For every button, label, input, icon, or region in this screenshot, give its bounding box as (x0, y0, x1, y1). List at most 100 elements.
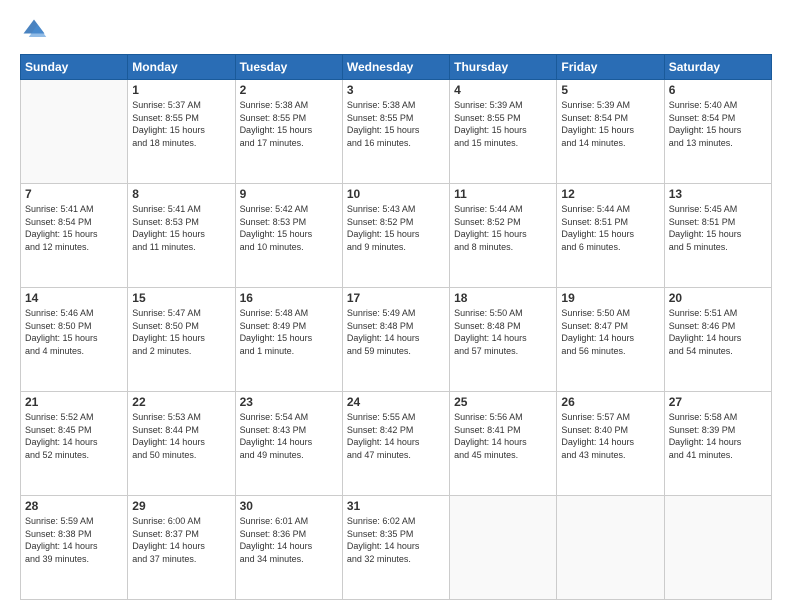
day-info: Sunrise: 6:02 AM Sunset: 8:35 PM Dayligh… (347, 515, 445, 565)
day-number: 19 (561, 291, 659, 305)
day-info: Sunrise: 5:38 AM Sunset: 8:55 PM Dayligh… (240, 99, 338, 149)
calendar-week-row: 21 Sunrise: 5:52 AM Sunset: 8:45 PM Dayli… (21, 392, 772, 496)
calendar-cell: 20 Sunrise: 5:51 AM Sunset: 8:46 PM Dayli… (664, 288, 771, 392)
day-number: 8 (132, 187, 230, 201)
day-number: 6 (669, 83, 767, 97)
day-info: Sunrise: 5:37 AM Sunset: 8:55 PM Dayligh… (132, 99, 230, 149)
day-number: 10 (347, 187, 445, 201)
calendar-day-header: Thursday (450, 55, 557, 80)
calendar-week-row: 14Sunrise: 5:46 AM Sunset: 8:50 PM Dayli… (21, 288, 772, 392)
day-info: Sunrise: 5:49 AM Sunset: 8:48 PM Dayligh… (347, 307, 445, 357)
calendar-cell: 26 Sunrise: 5:57 AM Sunset: 8:40 PM Dayli… (557, 392, 664, 496)
day-info: Sunrise: 5:55 AM Sunset: 8:42 PM Dayligh… (347, 411, 445, 461)
calendar-cell: 27 Sunrise: 5:58 AM Sunset: 8:39 PM Dayli… (664, 392, 771, 496)
header (20, 16, 772, 44)
day-number: 27 (669, 395, 767, 409)
day-info: Sunrise: 5:52 AM Sunset: 8:45 PM Dayligh… (25, 411, 123, 461)
calendar-cell: 29 Sunrise: 6:00 AM Sunset: 8:37 PM Dayli… (128, 496, 235, 600)
calendar-week-row: 1 Sunrise: 5:37 AM Sunset: 8:55 PM Daylig… (21, 80, 772, 184)
day-info: Sunrise: 6:01 AM Sunset: 8:36 PM Dayligh… (240, 515, 338, 565)
calendar-cell: 15Sunrise: 5:47 AM Sunset: 8:50 PM Dayli… (128, 288, 235, 392)
calendar-cell: 24 Sunrise: 5:55 AM Sunset: 8:42 PM Dayli… (342, 392, 449, 496)
calendar-table: SundayMondayTuesdayWednesdayThursdayFrid… (20, 54, 772, 600)
day-number: 20 (669, 291, 767, 305)
day-number: 24 (347, 395, 445, 409)
calendar-cell: 25Sunrise: 5:56 AM Sunset: 8:41 PM Dayli… (450, 392, 557, 496)
day-info: Sunrise: 5:59 AM Sunset: 8:38 PM Dayligh… (25, 515, 123, 565)
calendar-cell: 31 Sunrise: 6:02 AM Sunset: 8:35 PM Dayli… (342, 496, 449, 600)
calendar-cell: 8 Sunrise: 5:41 AM Sunset: 8:53 PM Daylig… (128, 184, 235, 288)
day-info: Sunrise: 5:38 AM Sunset: 8:55 PM Dayligh… (347, 99, 445, 149)
calendar-day-header: Friday (557, 55, 664, 80)
day-number: 30 (240, 499, 338, 513)
calendar-cell: 16Sunrise: 5:48 AM Sunset: 8:49 PM Dayli… (235, 288, 342, 392)
day-number: 1 (132, 83, 230, 97)
day-number: 23 (240, 395, 338, 409)
calendar-week-row: 28 Sunrise: 5:59 AM Sunset: 8:38 PM Dayli… (21, 496, 772, 600)
day-info: Sunrise: 5:44 AM Sunset: 8:51 PM Dayligh… (561, 203, 659, 253)
day-number: 28 (25, 499, 123, 513)
calendar-cell: 13 Sunrise: 5:45 AM Sunset: 8:51 PM Dayli… (664, 184, 771, 288)
day-number: 22 (132, 395, 230, 409)
day-number: 7 (25, 187, 123, 201)
day-info: Sunrise: 5:42 AM Sunset: 8:53 PM Dayligh… (240, 203, 338, 253)
day-info: Sunrise: 5:46 AM Sunset: 8:50 PM Dayligh… (25, 307, 123, 357)
page: SundayMondayTuesdayWednesdayThursdayFrid… (0, 0, 792, 612)
calendar-cell: 5 Sunrise: 5:39 AM Sunset: 8:54 PM Daylig… (557, 80, 664, 184)
day-number: 16 (240, 291, 338, 305)
calendar-cell: 11 Sunrise: 5:44 AM Sunset: 8:52 PM Dayli… (450, 184, 557, 288)
day-info: Sunrise: 5:47 AM Sunset: 8:50 PM Dayligh… (132, 307, 230, 357)
calendar-cell: 1 Sunrise: 5:37 AM Sunset: 8:55 PM Daylig… (128, 80, 235, 184)
calendar-cell: 12 Sunrise: 5:44 AM Sunset: 8:51 PM Dayli… (557, 184, 664, 288)
calendar-cell: 21 Sunrise: 5:52 AM Sunset: 8:45 PM Dayli… (21, 392, 128, 496)
calendar-cell: 6 Sunrise: 5:40 AM Sunset: 8:54 PM Daylig… (664, 80, 771, 184)
day-info: Sunrise: 5:43 AM Sunset: 8:52 PM Dayligh… (347, 203, 445, 253)
calendar-week-row: 7 Sunrise: 5:41 AM Sunset: 8:54 PM Daylig… (21, 184, 772, 288)
day-number: 31 (347, 499, 445, 513)
day-number: 12 (561, 187, 659, 201)
day-info: Sunrise: 5:40 AM Sunset: 8:54 PM Dayligh… (669, 99, 767, 149)
calendar-cell: 17 Sunrise: 5:49 AM Sunset: 8:48 PM Dayli… (342, 288, 449, 392)
calendar-cell (450, 496, 557, 600)
day-number: 18 (454, 291, 552, 305)
calendar-cell (557, 496, 664, 600)
day-info: Sunrise: 5:44 AM Sunset: 8:52 PM Dayligh… (454, 203, 552, 253)
calendar-cell: 19Sunrise: 5:50 AM Sunset: 8:47 PM Dayli… (557, 288, 664, 392)
day-number: 5 (561, 83, 659, 97)
calendar-cell: 14Sunrise: 5:46 AM Sunset: 8:50 PM Dayli… (21, 288, 128, 392)
calendar-cell: 3 Sunrise: 5:38 AM Sunset: 8:55 PM Daylig… (342, 80, 449, 184)
day-number: 17 (347, 291, 445, 305)
day-info: Sunrise: 5:57 AM Sunset: 8:40 PM Dayligh… (561, 411, 659, 461)
day-number: 3 (347, 83, 445, 97)
calendar-cell (664, 496, 771, 600)
day-number: 2 (240, 83, 338, 97)
day-number: 26 (561, 395, 659, 409)
day-info: Sunrise: 5:45 AM Sunset: 8:51 PM Dayligh… (669, 203, 767, 253)
calendar-day-header: Sunday (21, 55, 128, 80)
day-number: 4 (454, 83, 552, 97)
day-info: Sunrise: 5:54 AM Sunset: 8:43 PM Dayligh… (240, 411, 338, 461)
calendar-cell: 30 Sunrise: 6:01 AM Sunset: 8:36 PM Dayli… (235, 496, 342, 600)
calendar-header-row: SundayMondayTuesdayWednesdayThursdayFrid… (21, 55, 772, 80)
day-info: Sunrise: 5:41 AM Sunset: 8:53 PM Dayligh… (132, 203, 230, 253)
day-info: Sunrise: 5:41 AM Sunset: 8:54 PM Dayligh… (25, 203, 123, 253)
day-info: Sunrise: 5:50 AM Sunset: 8:48 PM Dayligh… (454, 307, 552, 357)
calendar-day-header: Monday (128, 55, 235, 80)
day-number: 13 (669, 187, 767, 201)
calendar-day-header: Saturday (664, 55, 771, 80)
day-info: Sunrise: 5:39 AM Sunset: 8:55 PM Dayligh… (454, 99, 552, 149)
calendar-cell: 18 Sunrise: 5:50 AM Sunset: 8:48 PM Dayli… (450, 288, 557, 392)
logo-icon (20, 16, 48, 44)
day-info: Sunrise: 5:53 AM Sunset: 8:44 PM Dayligh… (132, 411, 230, 461)
day-number: 25 (454, 395, 552, 409)
day-info: Sunrise: 5:39 AM Sunset: 8:54 PM Dayligh… (561, 99, 659, 149)
day-info: Sunrise: 5:58 AM Sunset: 8:39 PM Dayligh… (669, 411, 767, 461)
calendar-cell: 10 Sunrise: 5:43 AM Sunset: 8:52 PM Dayli… (342, 184, 449, 288)
day-info: Sunrise: 5:51 AM Sunset: 8:46 PM Dayligh… (669, 307, 767, 357)
logo (20, 16, 52, 44)
day-number: 29 (132, 499, 230, 513)
day-info: Sunrise: 6:00 AM Sunset: 8:37 PM Dayligh… (132, 515, 230, 565)
calendar-cell: 9Sunrise: 5:42 AM Sunset: 8:53 PM Daylig… (235, 184, 342, 288)
day-number: 21 (25, 395, 123, 409)
day-number: 11 (454, 187, 552, 201)
